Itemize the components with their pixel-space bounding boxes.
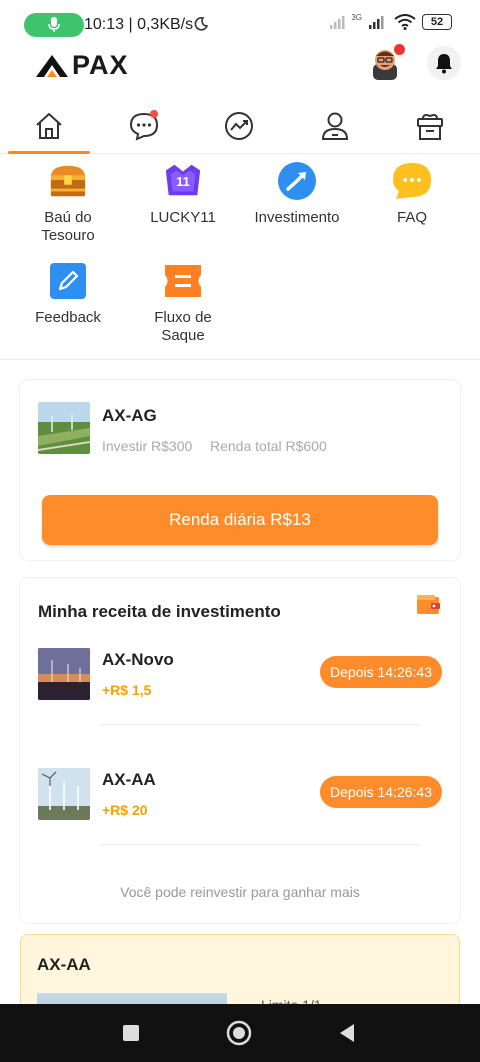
status-icons: 3G 52: [329, 12, 452, 30]
moon-icon: [194, 17, 208, 31]
income-row-countdown-button[interactable]: Depois 14:26:43: [320, 776, 442, 808]
status-time: 10:13 | 0,3KB/s: [84, 16, 194, 33]
home-button[interactable]: [226, 1020, 252, 1046]
income-row-thumbnail: [38, 648, 90, 700]
back-button[interactable]: [334, 1020, 360, 1046]
messages-notification-dot: [150, 110, 158, 118]
income-section-title: Minha receita de investimento: [38, 602, 281, 621]
reinvest-note: Você pode reinvestir para ganhar mais: [120, 884, 360, 900]
treasure-chest-icon: [48, 161, 88, 201]
circle-icon: [226, 1020, 252, 1046]
quick-menu-grid: Baú do Tesouro 11 LUCKY11 Investimento F…: [0, 155, 480, 360]
tab-profile[interactable]: [317, 108, 353, 144]
investment-arrow-icon: [277, 161, 317, 201]
income-row-divider: [100, 724, 420, 725]
tab-gifts[interactable]: [412, 108, 448, 144]
income-row: AX-AA +R$ 20 Depois 14:26:43: [20, 766, 460, 836]
home-icon: [36, 113, 62, 139]
income-row-gain: +R$ 20: [102, 802, 148, 818]
quick-item-treasure[interactable]: Baú do Tesouro: [13, 161, 123, 245]
investment-income-card: Minha receita de investimento AX-Novo +R…: [20, 578, 460, 923]
tab-home[interactable]: [31, 108, 67, 144]
square-icon: [123, 1025, 139, 1041]
active-tab-indicator: [8, 151, 90, 154]
income-row: AX-Novo +R$ 1,5 Depois 14:26:43: [20, 646, 460, 716]
logo-triangle-icon: [36, 54, 68, 77]
chart-icon: [225, 112, 253, 140]
tab-market[interactable]: [221, 108, 257, 144]
battery-indicator: 52: [422, 14, 452, 30]
android-navigation-bar: [0, 1004, 480, 1062]
quick-item-lucky11-label: LUCKY11: [150, 209, 216, 226]
quick-item-faq[interactable]: FAQ: [357, 161, 467, 227]
product-name: AX-AG: [102, 406, 157, 425]
income-row-divider: [100, 844, 420, 845]
quick-item-feedback-label: Feedback: [35, 309, 101, 326]
bell-icon: [436, 54, 452, 74]
quick-item-withdraw-flow[interactable]: Fluxo de Saque: [128, 261, 238, 345]
user-icon: [321, 112, 349, 140]
back-triangle-icon: [340, 1024, 354, 1042]
income-row-countdown-button[interactable]: Depois 14:26:43: [320, 656, 442, 688]
income-row-name: AX-Novo: [102, 650, 174, 669]
product-thumbnail: [38, 402, 90, 454]
network-type-label: 3G: [351, 12, 362, 22]
status-bar: 10:13 | 0,3KB/s 3G 52: [0, 0, 480, 48]
product-invest-amount: Investir R$300: [102, 438, 193, 454]
main-tab-bar: [0, 96, 480, 154]
wifi-icon: [394, 14, 416, 30]
microphone-icon: [48, 17, 60, 32]
quick-item-withdraw-flow-label: Fluxo de Saque: [154, 309, 212, 344]
quick-item-investment-label: Investimento: [254, 209, 340, 226]
lucky-badge-number: 11: [176, 174, 190, 189]
notifications-button[interactable]: [427, 46, 461, 80]
wallet-icon[interactable]: [416, 594, 442, 616]
quick-item-investment[interactable]: Investimento: [242, 161, 352, 227]
quick-item-lucky11[interactable]: 11 LUCKY11: [128, 161, 238, 227]
apax-logo: PAX: [34, 50, 129, 81]
faq-bubble-icon: [392, 161, 432, 201]
mic-active-indicator: [24, 13, 84, 37]
income-row-gain: +R$ 1,5: [102, 682, 152, 698]
quick-item-treasure-label: Baú do Tesouro: [41, 209, 95, 244]
gift-icon: [417, 114, 443, 140]
withdraw-flow-icon: [163, 261, 203, 301]
quick-item-faq-label: FAQ: [396, 209, 427, 226]
lucky-badge-icon: 11: [163, 161, 203, 201]
recent-apps-button[interactable]: [118, 1020, 144, 1046]
signal-icon-2: [369, 16, 384, 29]
featured-product-card[interactable]: AX-AA Limite 1/1: [20, 934, 460, 1023]
avatar-notification-dot: [394, 44, 405, 55]
product-card[interactable]: AX-AG Investir R$300 Renda total R$600 R…: [20, 380, 460, 560]
featured-product-title: AX-AA: [37, 955, 91, 974]
income-row-thumbnail: [38, 768, 90, 820]
income-row-name: AX-AA: [102, 770, 156, 789]
logo-text: PAX: [72, 50, 129, 80]
feedback-pen-icon: [48, 261, 88, 301]
daily-income-button[interactable]: Renda diária R$13: [42, 495, 438, 545]
quick-item-feedback[interactable]: Feedback: [13, 261, 123, 327]
product-total-income: Renda total R$600: [210, 438, 327, 454]
app-header: PAX: [0, 44, 480, 94]
signal-icon: [330, 16, 345, 29]
